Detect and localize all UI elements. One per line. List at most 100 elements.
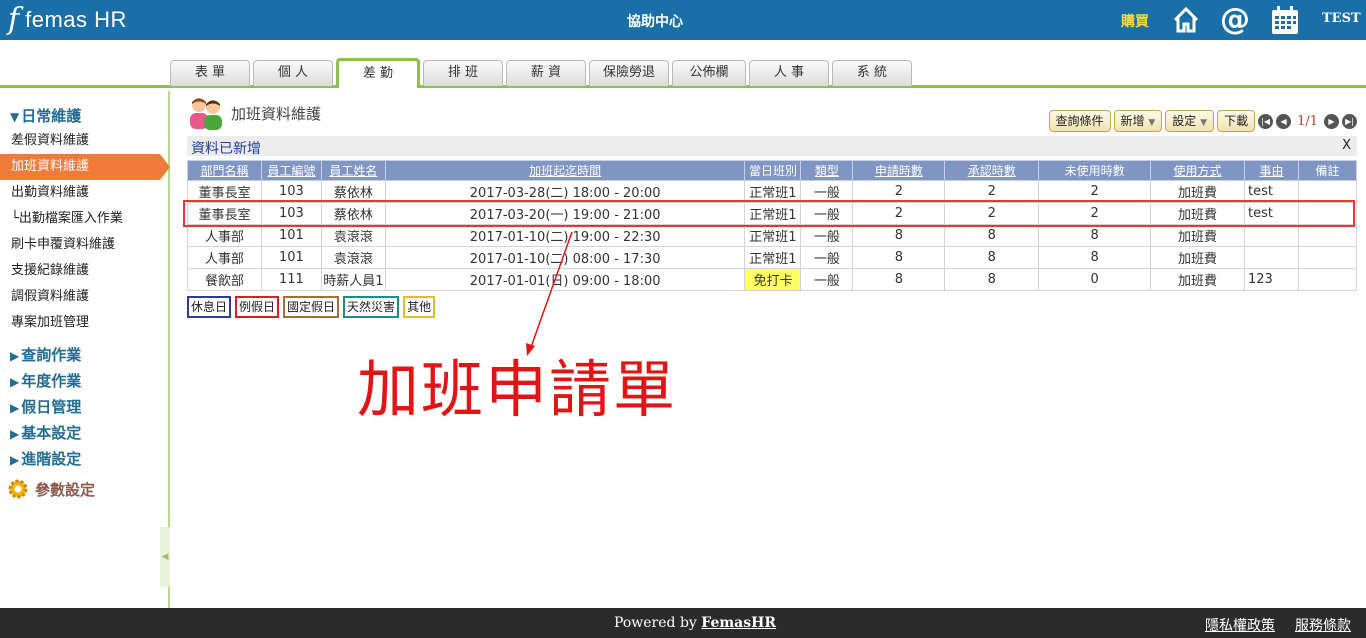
triangle-down-icon: ▼ <box>10 110 20 124</box>
table-row[interactable]: 人事部 101 袁滾滾 2017-01-10(二) 08:00 - 17:30 … <box>187 246 1358 269</box>
sidebar-section-advanced[interactable]: ▶ 進階設定 <box>10 448 81 469</box>
user-name[interactable]: TEST <box>1322 11 1361 26</box>
table-cell: 董事長室 <box>187 180 262 203</box>
sidebar-collapse-handle[interactable]: ◀ <box>160 527 170 587</box>
triangle-right-icon: ▶ <box>10 401 20 415</box>
tab-bulletin[interactable]: 公佈欄 <box>672 60 746 86</box>
settings-button-label: 設定 <box>1172 114 1197 128</box>
top-bar: f femas HR 協助中心 購買 @ TEST <box>0 0 1366 40</box>
overtime-table: 部門名稱 員工編號 員工姓名 加班起迄時間 當日班別 類型 申請時數 承認時數 … <box>187 160 1358 291</box>
sidebar-item-attendance[interactable]: 出勤資料維護 <box>0 180 168 206</box>
tab-forms[interactable]: 表 單 <box>170 60 250 86</box>
sidebar-section-label: 基本設定 <box>21 424 82 442</box>
first-page-icon[interactable]: |◀ <box>1258 113 1274 129</box>
column-header[interactable]: 員工姓名 <box>320 160 386 181</box>
tab-attendance[interactable]: 差 勤 <box>336 58 420 88</box>
sidebar-item-swap[interactable]: 調假資料維護 <box>0 284 168 310</box>
sidebar-section-basic[interactable]: ▶ 基本設定 <box>10 422 81 443</box>
column-header[interactable]: 類型 <box>800 160 854 181</box>
sidebar-item-leave[interactable]: 差假資料維護 <box>0 128 168 154</box>
table-cell: 蔡依林 <box>320 180 386 203</box>
sidebar-section-daily[interactable]: ▼ 日常維護 <box>10 105 81 126</box>
column-header[interactable]: 使用方式 <box>1150 160 1245 181</box>
table-cell: 8 <box>852 246 946 269</box>
sidebar: ▼ 日常維護 差假資料維護 加班資料維護 出勤資料維護 └出勤檔案匯入作業 刷卡申… <box>0 91 170 608</box>
tab-salary[interactable]: 薪 資 <box>506 60 586 86</box>
triangle-right-icon: ▶ <box>10 375 20 389</box>
logo[interactable]: f femas HR <box>8 4 127 36</box>
tab-shift[interactable]: 排 班 <box>423 60 503 86</box>
prev-page-icon[interactable]: ◀ <box>1276 113 1292 129</box>
table-cell: 董事長室 <box>187 202 262 225</box>
tab-hr[interactable]: 人 事 <box>749 60 829 86</box>
calendar-icon[interactable] <box>1270 5 1300 35</box>
sidebar-item-import[interactable]: └出勤檔案匯入作業 <box>0 206 168 232</box>
sidebar-item-project-ot[interactable]: 專案加班管理 <box>0 310 168 336</box>
table-cell: 2 <box>944 180 1040 203</box>
add-button[interactable]: 新增 ▼ <box>1113 110 1163 132</box>
table-cell <box>1297 268 1358 291</box>
column-header[interactable]: 部門名稱 <box>187 160 262 181</box>
table-cell <box>1297 246 1358 269</box>
privacy-policy-link[interactable]: 隱私權政策 <box>1205 615 1275 635</box>
help-center-link[interactable]: 協助中心 <box>590 11 720 31</box>
table-cell: 2 <box>1038 202 1152 225</box>
table-row[interactable]: 人事部 101 袁滾滾 2017-01-10(二) 19:00 - 22:30 … <box>187 224 1358 247</box>
table-cell: 2017-01-10(二) 08:00 - 17:30 <box>384 246 746 269</box>
table-cell <box>1297 202 1358 225</box>
day-type-legend: 休息日 例假日 國定假日 天然災害 其他 <box>187 296 436 318</box>
table-cell: 103 <box>260 180 322 203</box>
tab-system[interactable]: 系 統 <box>832 60 912 86</box>
table-cell: 101 <box>260 224 322 247</box>
triangle-right-icon: ▶ <box>10 453 20 467</box>
sidebar-item-support[interactable]: 支援紀錄維護 <box>0 258 168 284</box>
buy-link[interactable]: 購買 <box>1121 11 1149 31</box>
sidebar-section-label: 日常維護 <box>21 107 82 125</box>
last-page-icon[interactable]: ▶| <box>1342 113 1357 129</box>
column-header[interactable]: 加班起迄時間 <box>384 160 746 181</box>
close-icon[interactable]: X <box>1342 138 1351 153</box>
sidebar-section-annual[interactable]: ▶ 年度作業 <box>10 370 81 391</box>
table-cell <box>1243 246 1299 269</box>
table-cell: 袁滾滾 <box>320 246 386 269</box>
tab-personal[interactable]: 個 人 <box>253 60 333 86</box>
table-cell-highlight: 免打卡 <box>744 268 802 291</box>
sidebar-section-label: 查詢作業 <box>21 346 82 364</box>
legend-other: 其他 <box>403 296 436 318</box>
next-page-icon[interactable]: ▶ <box>1324 113 1339 129</box>
tab-insurance[interactable]: 保險勞退 <box>589 60 669 86</box>
notice-text: 資料已新增 <box>191 141 261 157</box>
sidebar-params-label: 參數設定 <box>35 480 96 499</box>
table-cell: 2017-03-20(一) 19:00 - 21:00 <box>384 202 746 225</box>
sidebar-section-query[interactable]: ▶ 查詢作業 <box>10 344 81 365</box>
table-cell: 0 <box>1038 268 1152 291</box>
column-header[interactable]: 事由 <box>1243 160 1299 181</box>
settings-button[interactable]: 設定 ▼ <box>1165 110 1215 132</box>
table-cell: 8 <box>944 224 1040 247</box>
table-row[interactable]: 董事長室 103 蔡依林 2017-03-28(二) 18:00 - 20:00… <box>187 180 1358 203</box>
table-cell: 2017-01-10(二) 19:00 - 22:30 <box>384 224 746 247</box>
add-button-label: 新增 <box>1120 114 1145 128</box>
gear-icon <box>8 479 28 499</box>
table-cell: 8 <box>1038 246 1152 269</box>
email-icon[interactable]: @ <box>1220 5 1250 35</box>
sidebar-section-holiday[interactable]: ▶ 假日管理 <box>10 396 81 417</box>
femashr-link[interactable]: FemasHR <box>701 615 776 631</box>
sidebar-item-overtime[interactable]: 加班資料維護 <box>0 154 170 180</box>
sidebar-item-punch-appeal[interactable]: 刷卡申覆資料維護 <box>0 232 168 258</box>
table-row[interactable]: 董事長室 103 蔡依林 2017-03-20(一) 19:00 - 21:00… <box>187 202 1358 225</box>
home-icon[interactable] <box>1171 5 1201 35</box>
query-conditions-button[interactable]: 查詢條件 <box>1048 110 1111 132</box>
download-button[interactable]: 下載 <box>1217 110 1256 132</box>
table-cell: 一般 <box>800 224 854 247</box>
table-cell: 加班費 <box>1150 180 1245 203</box>
column-header[interactable]: 申請時數 <box>852 160 946 181</box>
table-row[interactable]: 餐飲部 111 時薪人員1 2017-01-01(日) 09:00 - 18:0… <box>187 268 1358 291</box>
dropdown-arrow-icon: ▼ <box>1200 118 1208 128</box>
sidebar-params[interactable]: 參數設定 <box>6 477 95 501</box>
column-header[interactable]: 員工編號 <box>260 160 322 181</box>
column-header[interactable]: 承認時數 <box>944 160 1040 181</box>
table-cell: 2 <box>1038 180 1152 203</box>
terms-of-service-link[interactable]: 服務條款 <box>1295 615 1351 635</box>
column-header: 當日班別 <box>744 160 802 181</box>
